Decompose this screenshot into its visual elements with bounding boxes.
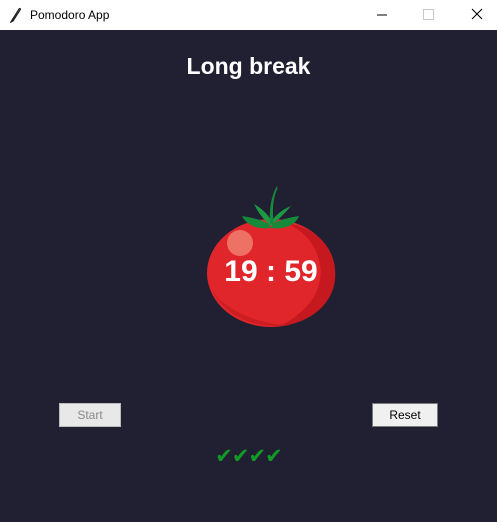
completed-sessions-checkmarks: ✔✔✔✔	[215, 444, 282, 468]
start-button[interactable]: Start	[59, 403, 121, 427]
feather-icon	[8, 7, 22, 24]
window-title: Pomodoro App	[30, 8, 110, 22]
reset-button[interactable]: Reset	[372, 403, 438, 427]
maximize-icon	[423, 9, 434, 20]
timer-display: 19 : 59	[224, 255, 318, 288]
title-bar[interactable]: Pomodoro App	[0, 0, 497, 30]
minimize-icon	[377, 14, 387, 16]
close-icon	[471, 8, 483, 20]
app-window: Pomodoro App Long break 19: 59 Start Re…	[0, 0, 497, 522]
close-button[interactable]	[451, 0, 497, 30]
session-mode-title: Long break	[186, 53, 311, 79]
app-client-area: Long break 19 : 59 Start Reset ✔✔✔✔	[0, 30, 497, 522]
minimize-button[interactable]	[359, 0, 405, 30]
maximize-button[interactable]	[405, 0, 451, 30]
